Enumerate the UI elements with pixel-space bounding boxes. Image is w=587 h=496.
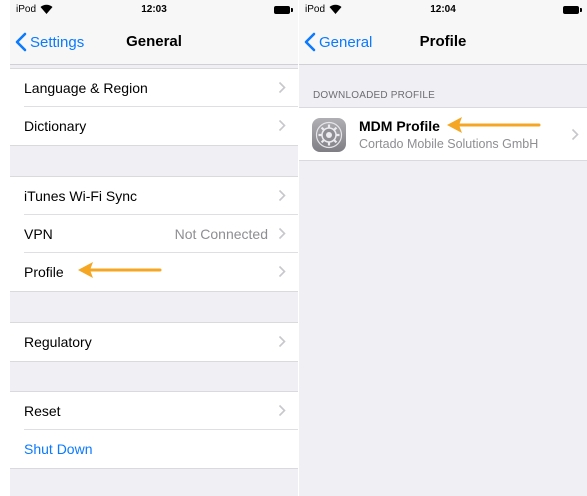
- itunes-wifi-sync-row[interactable]: iTunes Wi-Fi Sync: [10, 177, 298, 215]
- navigation-bar: General Profile: [299, 20, 587, 65]
- profile-organization: Cortado Mobile Solutions GmbH: [359, 137, 539, 151]
- chevron-left-icon: [304, 32, 316, 52]
- status-time: 12:03: [141, 4, 167, 15]
- battery-icon: [274, 6, 293, 14]
- regulatory-row[interactable]: Regulatory: [10, 323, 298, 361]
- shut-down-row[interactable]: Shut Down: [10, 430, 298, 468]
- chevron-right-icon: [278, 404, 286, 417]
- back-button[interactable]: General: [303, 30, 372, 54]
- status-bar: iPod 12:03: [10, 0, 298, 20]
- language-region-row[interactable]: Language & Region: [10, 69, 298, 107]
- chevron-right-icon: [278, 189, 286, 202]
- back-button-label: Settings: [30, 33, 85, 51]
- status-time: 12:04: [430, 4, 456, 15]
- settings-group-4: Reset Shut Down: [10, 391, 298, 469]
- row-label: VPN: [24, 226, 53, 242]
- annotation-arrow-icon: [447, 117, 541, 133]
- chevron-left-icon: [15, 32, 27, 52]
- navigation-bar: Settings General: [10, 20, 298, 65]
- section-header: DOWNLOADED PROFILE: [313, 90, 435, 101]
- gear-icon: [315, 121, 343, 149]
- battery-icon: [563, 6, 582, 14]
- mdm-profile-row[interactable]: MDM Profile Cortado Mobile Solutions Gmb…: [299, 107, 587, 161]
- vpn-row[interactable]: VPN Not Connected: [10, 215, 298, 253]
- profile-screen: iPod 12:04 General Profile DOWNLOADED PR…: [299, 0, 587, 496]
- chevron-right-icon: [278, 335, 286, 348]
- chevron-right-icon: [278, 119, 286, 132]
- row-label: Dictionary: [24, 118, 87, 134]
- annotation-arrow-icon: [78, 262, 162, 278]
- shut-down-label: Shut Down: [24, 441, 93, 457]
- general-settings-screen: iPod 12:03 Settings General Language & R…: [10, 0, 298, 496]
- back-button[interactable]: Settings: [14, 30, 84, 54]
- row-label: Language & Region: [24, 80, 148, 96]
- reset-row[interactable]: Reset: [10, 392, 298, 430]
- chevron-right-icon: [278, 265, 286, 278]
- row-label: Reset: [24, 403, 61, 419]
- profile-name: MDM Profile: [359, 118, 440, 134]
- dictionary-row[interactable]: Dictionary: [10, 107, 298, 145]
- back-button-label: General: [319, 33, 373, 51]
- row-label: Regulatory: [24, 334, 92, 350]
- status-bar: iPod 12:04: [299, 0, 587, 20]
- settings-group-3: Regulatory: [10, 322, 298, 362]
- row-label: Profile: [24, 264, 64, 280]
- chevron-right-icon: [571, 128, 579, 141]
- chevron-right-icon: [278, 81, 286, 94]
- chevron-right-icon: [278, 227, 286, 240]
- row-label: iTunes Wi-Fi Sync: [24, 188, 138, 204]
- vpn-status-value: Not Connected: [174, 226, 268, 242]
- settings-group-1: Language & Region Dictionary: [10, 68, 298, 146]
- settings-gear-icon: [312, 118, 346, 152]
